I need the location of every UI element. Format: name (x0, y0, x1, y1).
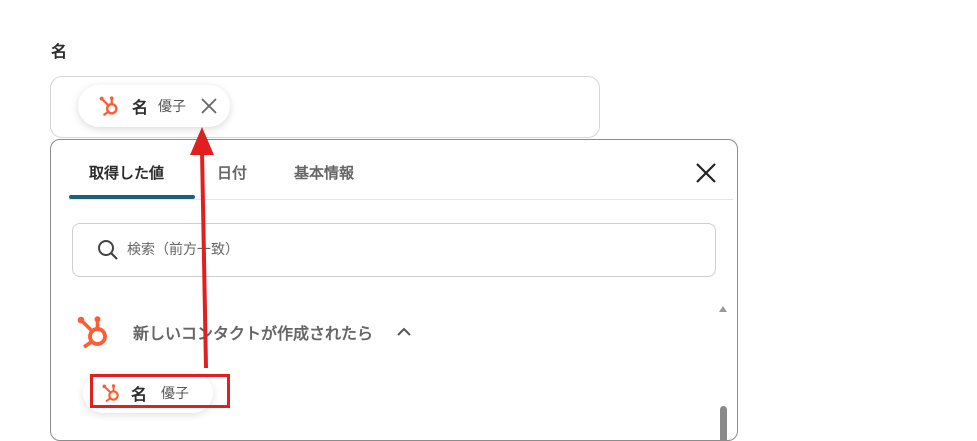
scrollbar[interactable] (717, 302, 729, 440)
scroll-thumb[interactable] (720, 406, 727, 440)
chip-field-name: 名 (132, 98, 149, 117)
search-input[interactable] (125, 241, 689, 259)
tab-basic-info[interactable]: 基本情報 (294, 162, 354, 183)
tab-date[interactable]: 日付 (217, 162, 247, 183)
hubspot-icon (75, 314, 111, 350)
search-icon (97, 239, 119, 261)
tab-obtained-values[interactable]: 取得した値 (89, 162, 164, 183)
trigger-group-header[interactable]: 新しいコンタクトが作成されたら (75, 314, 411, 350)
close-icon[interactable] (695, 162, 717, 184)
results-list: 新しいコンタクトが作成されたら (51, 298, 715, 440)
close-icon[interactable] (200, 97, 218, 115)
hubspot-icon (98, 95, 120, 117)
chip-field-value: 優子 (158, 99, 187, 115)
chevron-up-icon[interactable] (397, 327, 411, 337)
scroll-up-arrow-icon[interactable] (719, 306, 727, 312)
field-label: 名 (51, 42, 68, 61)
tab-bar: 取得した値 日付 基本情報 (51, 140, 737, 200)
tabs-divider (69, 199, 733, 200)
group-label: 新しいコンタクトが作成されたら (133, 324, 374, 343)
annotation-highlight-box (90, 374, 230, 408)
search-box[interactable] (72, 223, 716, 277)
selected-value-chip[interactable]: 名 優子 (78, 85, 231, 127)
